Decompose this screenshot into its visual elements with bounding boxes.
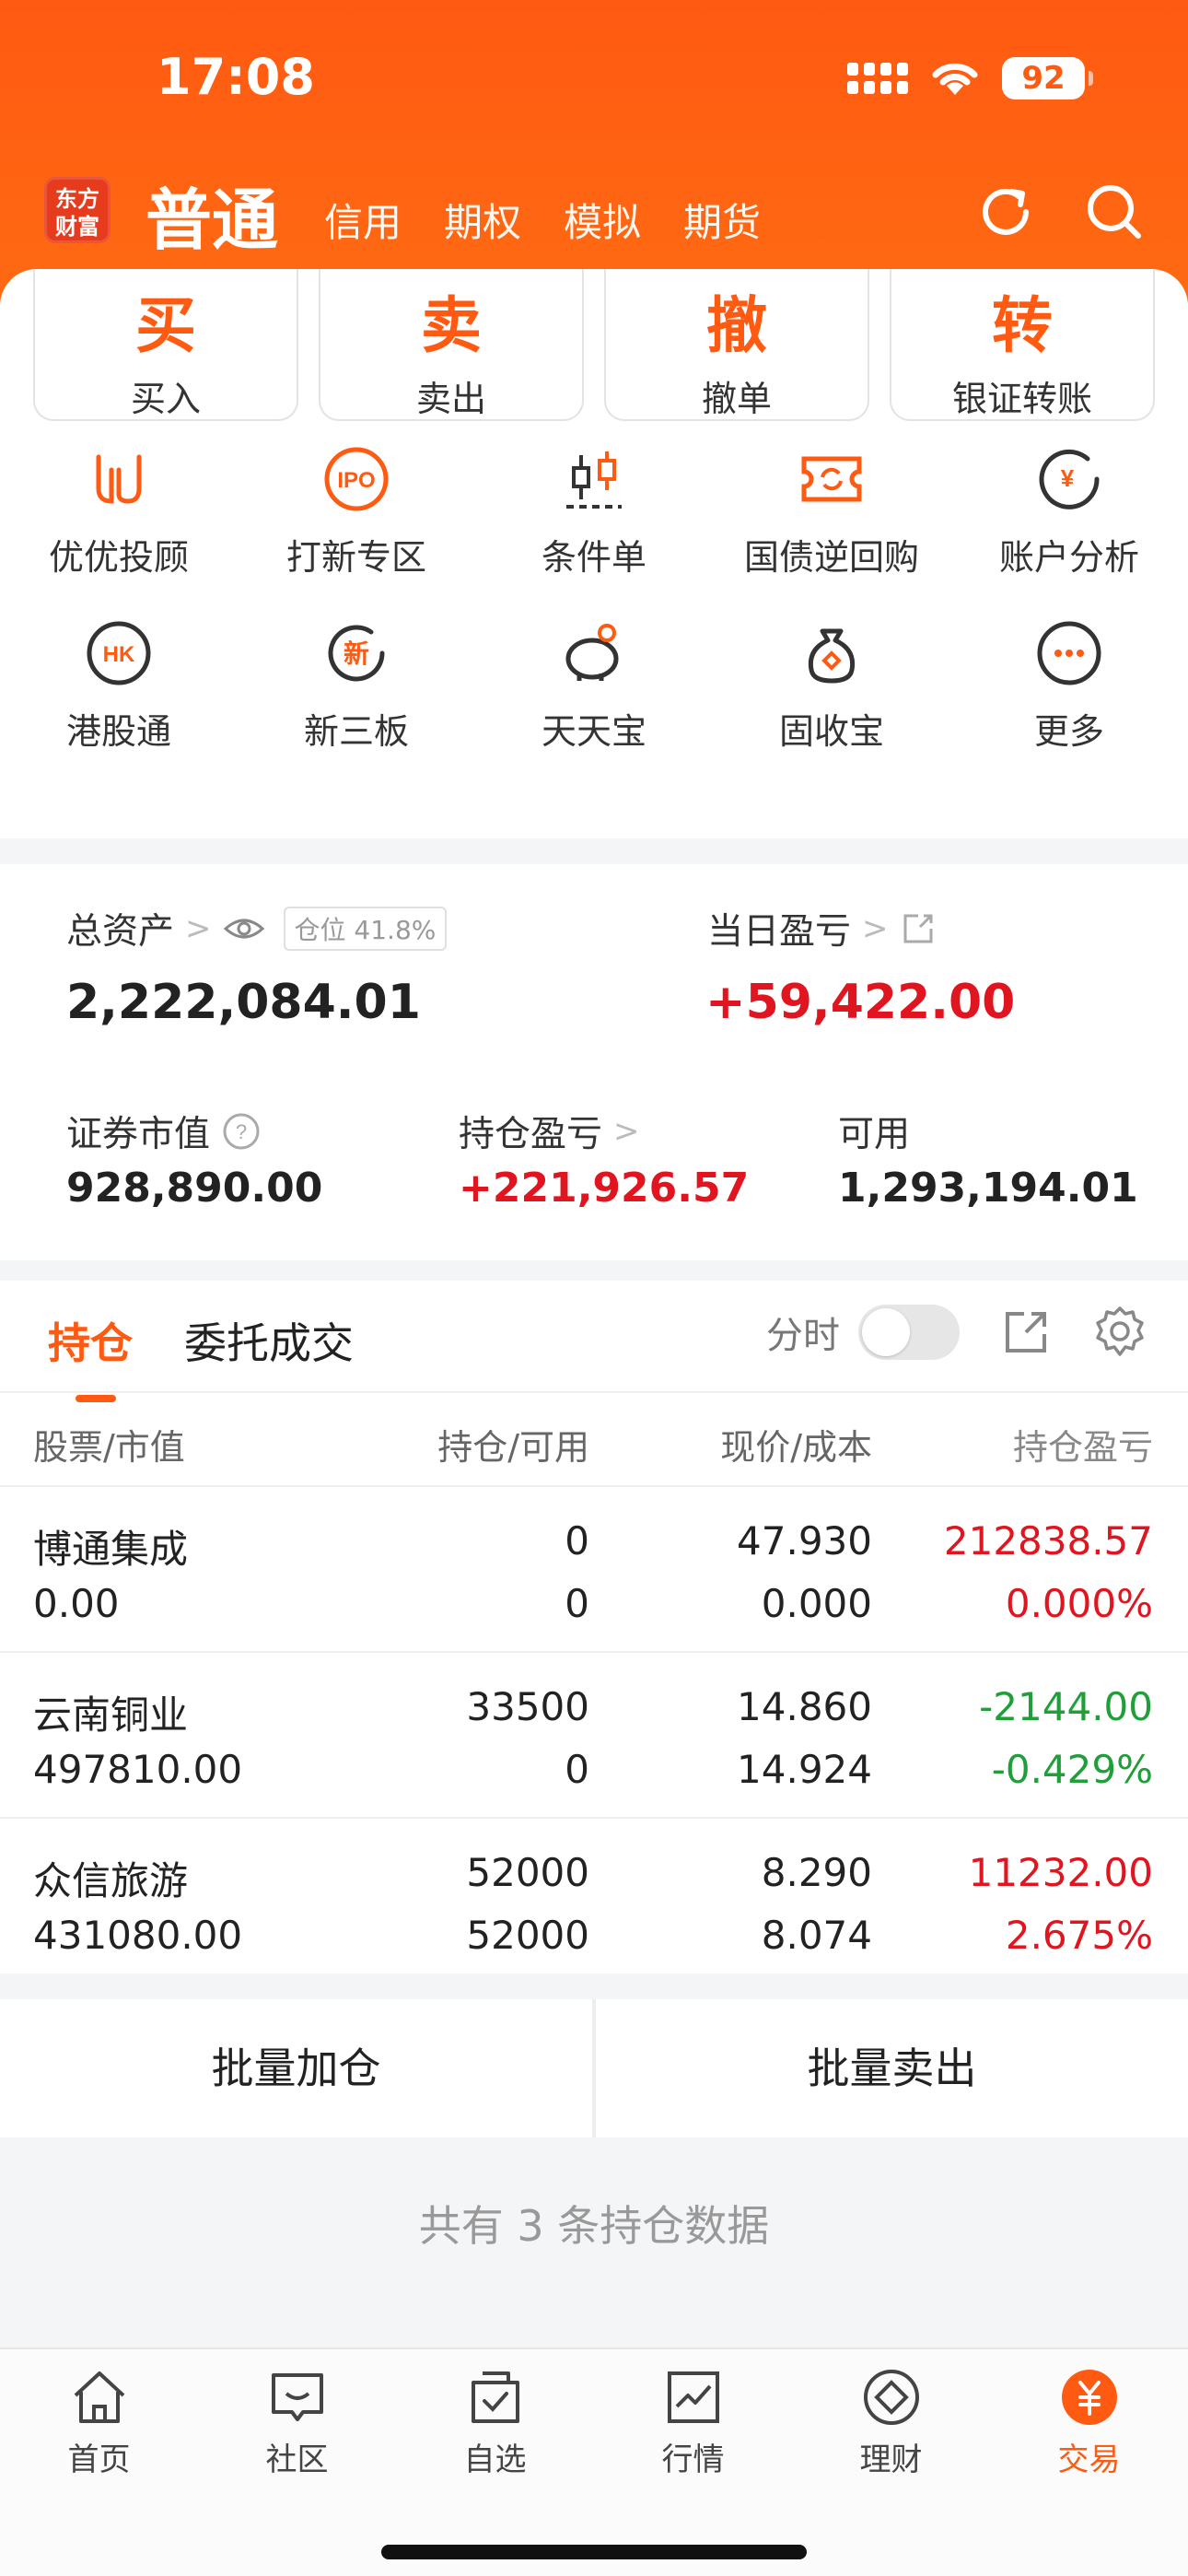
available-label: 可用 bbox=[838, 1114, 911, 1155]
wifi-icon bbox=[932, 63, 978, 95]
sell-button[interactable]: 卖 卖出 bbox=[319, 269, 584, 421]
app-header: 17:08 92 东方 财富 普通 信用 期权 模拟 期货 bbox=[0, 0, 1188, 304]
refresh-icon[interactable] bbox=[974, 181, 1037, 243]
feature-grid: 优优投顾 IPO 打新专区 条件单 国债逆回购 ¥ 账户分析 HK 港股通 新 … bbox=[0, 442, 1188, 754]
grid-item-conditional-order[interactable]: 条件单 bbox=[475, 442, 713, 580]
buy-button[interactable]: 买 买入 bbox=[33, 269, 298, 421]
total-assets-value: 2,222,084.01 bbox=[66, 975, 421, 1030]
svg-text:IPO: IPO bbox=[337, 468, 375, 493]
gear-icon[interactable] bbox=[1092, 1305, 1147, 1360]
chevron-right-icon: > bbox=[185, 910, 212, 947]
status-bar: 17:08 92 bbox=[0, 48, 1188, 112]
bottom-tab-bar: 首页 社区 自选 行情 理财 交易 bbox=[0, 2348, 1188, 2576]
money-bag-icon bbox=[808, 628, 856, 684]
account-analysis-icon: ¥ bbox=[1039, 449, 1100, 509]
tab-futures[interactable]: 期货 bbox=[683, 192, 761, 248]
table-row[interactable]: 众信旅游 431080.00 52000 52000 8.290 8.074 1… bbox=[0, 1817, 1188, 1983]
svg-text:¥: ¥ bbox=[1061, 464, 1075, 492]
daily-pnl-link[interactable]: 当日盈亏 > bbox=[707, 903, 937, 954]
tab-trade[interactable]: 交易 bbox=[990, 2349, 1188, 2478]
hk-connect-icon: HK bbox=[87, 621, 151, 685]
holdings-table-header: 股票/市值 持仓/可用 现价/成本 持仓盈亏 bbox=[33, 1427, 1153, 1468]
new-third-board-icon: 新 bbox=[328, 625, 385, 682]
grid-item-guoshoubao[interactable]: 固收宝 bbox=[713, 616, 950, 754]
intraday-toggle[interactable] bbox=[858, 1305, 960, 1360]
intraday-label: 分时 bbox=[766, 1315, 840, 1357]
market-value-label: 证券市值 ? bbox=[66, 1106, 262, 1157]
grid-item-hk-connect[interactable]: HK 港股通 bbox=[0, 616, 238, 754]
holding-pnl-link[interactable]: 持仓盈亏 > bbox=[459, 1106, 640, 1157]
help-icon[interactable]: ? bbox=[221, 1111, 262, 1152]
batch-sell-button[interactable]: 批量卖出 bbox=[596, 1999, 1188, 2137]
grid-item-reverse-repo[interactable]: 国债逆回购 bbox=[713, 442, 950, 580]
search-icon[interactable] bbox=[1083, 181, 1146, 243]
position-ratio-badge: 仓位 41.8% bbox=[283, 907, 448, 951]
assets-summary: 总资产 > 仓位 41.8% 2,222,084.01 当日盈亏 > +59,4… bbox=[0, 864, 1188, 1260]
holding-pnl-value: +221,926.57 bbox=[459, 1165, 750, 1212]
market-value: 928,890.00 bbox=[66, 1165, 323, 1212]
daily-pnl-value: +59,422.00 bbox=[705, 975, 1016, 1030]
chevron-right-icon: > bbox=[862, 910, 889, 947]
tab-options[interactable]: 期权 bbox=[444, 192, 521, 248]
holdings-count-text: 共有 3 条持仓数据 bbox=[418, 2201, 770, 2251]
quick-actions-panel: 买 买入 卖 卖出 撤 撤单 转 银证转账 优优投顾 IPO 打新专区 条件单 … bbox=[0, 269, 1188, 838]
grid-item-more[interactable]: 更多 bbox=[950, 616, 1188, 754]
tab-watchlist[interactable]: 自选 bbox=[396, 2349, 594, 2478]
account-type-nav: 东方 财富 普通 信用 期权 模拟 期货 bbox=[0, 166, 1188, 259]
battery-indicator: 92 bbox=[1002, 57, 1093, 100]
holdings-section: 持仓 委托成交 分时 股票/市值 持仓/可用 现价/成本 持仓盈亏 博通集成 0… bbox=[0, 1281, 1188, 1973]
table-row[interactable]: 博通集成 0.00 0 0 47.930 0.000 212838.57 0.0… bbox=[0, 1485, 1188, 1651]
market-icon bbox=[667, 2371, 719, 2423]
conditional-order-icon bbox=[566, 451, 622, 509]
grid-item-ipo[interactable]: IPO 打新专区 bbox=[238, 442, 475, 580]
tab-normal-account[interactable]: 普通 bbox=[146, 166, 278, 263]
tab-holdings[interactable]: 持仓 bbox=[48, 1310, 133, 1402]
table-row[interactable]: 云南铜业 497810.00 33500 0 14.860 14.924 -21… bbox=[0, 1651, 1188, 1817]
cellular-signal-icon bbox=[847, 63, 908, 94]
tab-wealth[interactable]: 理财 bbox=[792, 2349, 990, 2478]
chevron-right-icon: > bbox=[613, 1113, 640, 1150]
batch-actions: 批量加仓 批量卖出 bbox=[0, 1999, 1188, 2137]
bank-transfer-button[interactable]: 转 银证转账 bbox=[890, 269, 1155, 421]
more-icon bbox=[1037, 621, 1101, 685]
tab-market[interactable]: 行情 bbox=[594, 2349, 792, 2478]
tab-orders-trades[interactable]: 委托成交 bbox=[184, 1310, 354, 1371]
grid-item-new-third-board[interactable]: 新 新三板 bbox=[238, 616, 475, 754]
tab-credit[interactable]: 信用 bbox=[324, 192, 402, 248]
app-logo: 东方 财富 bbox=[44, 177, 111, 243]
community-icon bbox=[271, 2373, 323, 2421]
cancel-order-button[interactable]: 撤 撤单 bbox=[604, 269, 869, 421]
home-indicator bbox=[381, 2545, 807, 2559]
reverse-repo-icon bbox=[801, 456, 862, 502]
tab-simulation[interactable]: 模拟 bbox=[564, 192, 641, 248]
tab-home[interactable]: 首页 bbox=[0, 2349, 198, 2478]
total-assets-link[interactable]: 总资产 > 仓位 41.8% bbox=[66, 903, 448, 954]
home-icon bbox=[74, 2371, 124, 2423]
svg-text:?: ? bbox=[236, 1120, 247, 1143]
share-external-icon[interactable] bbox=[1000, 1306, 1052, 1358]
available-value: 1,293,194.01 bbox=[838, 1165, 1138, 1212]
tab-community[interactable]: 社区 bbox=[198, 2349, 396, 2478]
eye-icon[interactable] bbox=[223, 915, 265, 943]
wealth-icon bbox=[863, 2370, 919, 2425]
advisor-icon bbox=[96, 454, 142, 504]
status-time: 17:08 bbox=[157, 48, 315, 106]
divider bbox=[0, 1391, 1188, 1393]
grid-item-advisor[interactable]: 优优投顾 bbox=[0, 442, 238, 580]
watchlist-icon bbox=[471, 2371, 519, 2423]
grid-item-tiantianbao[interactable]: 天天宝 bbox=[475, 616, 713, 754]
svg-text:HK: HK bbox=[103, 642, 135, 667]
share-external-icon[interactable] bbox=[900, 910, 937, 947]
ipo-icon: IPO bbox=[324, 447, 389, 511]
trade-icon bbox=[1061, 2370, 1117, 2425]
grid-item-account-analysis[interactable]: ¥ 账户分析 bbox=[950, 442, 1188, 580]
batch-add-button[interactable]: 批量加仓 bbox=[0, 1999, 592, 2137]
piggy-bank-icon bbox=[565, 624, 619, 681]
svg-text:新: 新 bbox=[344, 638, 369, 669]
